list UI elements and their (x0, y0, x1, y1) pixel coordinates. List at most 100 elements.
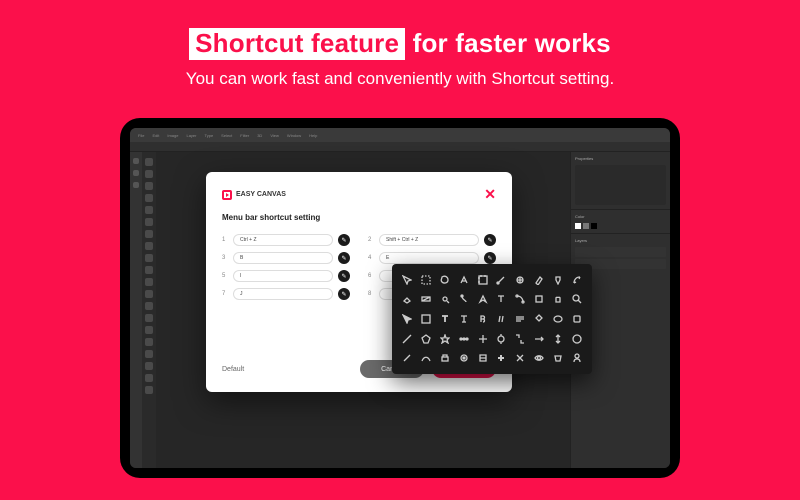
h-icon[interactable] (532, 350, 547, 366)
lasso-icon[interactable] (438, 272, 453, 288)
dodge-icon[interactable] (456, 292, 471, 308)
scale-icon[interactable] (513, 331, 528, 347)
menu-item[interactable]: File (138, 133, 144, 138)
menu-item[interactable]: Help (309, 133, 317, 138)
pencil-icon[interactable]: ✎ (338, 234, 350, 246)
close-button[interactable]: ✕ (484, 186, 496, 203)
shortcut-input[interactable]: J (233, 288, 333, 300)
ellipse-icon[interactable] (550, 311, 565, 327)
rail-icon[interactable] (133, 158, 139, 164)
layer-row[interactable] (575, 247, 666, 257)
align-icon[interactable] (513, 311, 528, 327)
line-icon[interactable] (400, 331, 415, 347)
tool-icon[interactable] (145, 374, 153, 382)
i-icon[interactable] (550, 350, 565, 366)
history-icon[interactable] (569, 272, 584, 288)
type-icon[interactable] (494, 292, 509, 308)
tool-icon[interactable] (145, 290, 153, 298)
custom-icon[interactable] (438, 331, 453, 347)
brush-icon[interactable] (532, 272, 547, 288)
pencil-icon[interactable]: ✎ (484, 252, 496, 264)
flip-icon[interactable] (532, 331, 547, 347)
marquee-icon[interactable] (419, 272, 434, 288)
shortcut-input[interactable]: Ctrl + Z (233, 234, 333, 246)
tool-icon[interactable] (145, 278, 153, 286)
rail-icon[interactable] (133, 170, 139, 176)
rail-icon[interactable] (133, 182, 139, 188)
tool-icon[interactable] (145, 230, 153, 238)
gradient-icon[interactable] (419, 292, 434, 308)
stamp-icon[interactable] (550, 272, 565, 288)
italic-icon[interactable] (494, 311, 509, 327)
select-icon[interactable] (419, 311, 434, 327)
pencil-icon[interactable]: ✎ (484, 234, 496, 246)
eyedropper-icon[interactable] (494, 272, 509, 288)
shape-icon[interactable] (532, 311, 547, 327)
pencil-icon[interactable]: ✎ (338, 288, 350, 300)
heal-icon[interactable] (513, 272, 528, 288)
j-icon[interactable] (569, 350, 584, 366)
c-icon[interactable] (438, 350, 453, 366)
default-link[interactable]: Default (222, 366, 244, 373)
move-icon[interactable] (400, 272, 415, 288)
crop-icon[interactable] (475, 272, 490, 288)
tool-icon[interactable] (145, 254, 153, 262)
color-swatch[interactable] (575, 223, 581, 229)
g-icon[interactable] (513, 350, 528, 366)
rect2-icon[interactable] (569, 311, 584, 327)
tool-icon[interactable] (145, 182, 153, 190)
pen-icon[interactable] (475, 292, 490, 308)
shortcut-input[interactable]: I (233, 270, 333, 282)
menu-item[interactable]: View (270, 133, 279, 138)
blur-icon[interactable] (438, 292, 453, 308)
shortcut-input[interactable]: E (379, 252, 479, 264)
polygon-icon[interactable] (419, 331, 434, 347)
menu-item[interactable]: Layer (186, 133, 196, 138)
menu-item[interactable]: Select (221, 133, 232, 138)
tool-icon[interactable] (145, 302, 153, 310)
tool-icon[interactable] (145, 206, 153, 214)
color-swatch[interactable] (583, 223, 589, 229)
tool-icon[interactable] (145, 326, 153, 334)
shortcut-input[interactable]: Shift + Ctrl + Z (379, 234, 479, 246)
move2-icon[interactable] (475, 331, 490, 347)
path-icon[interactable] (513, 292, 528, 308)
color-swatch[interactable] (591, 223, 597, 229)
tool-icon[interactable] (569, 331, 584, 347)
type2-icon[interactable] (456, 311, 471, 327)
tool-icon[interactable] (145, 170, 153, 178)
menu-item[interactable]: Edit (152, 133, 159, 138)
b-icon[interactable] (419, 350, 434, 366)
hand-icon[interactable] (550, 292, 565, 308)
panel-tab[interactable]: Properties (575, 156, 593, 161)
panel-tab[interactable]: Layers (575, 238, 587, 243)
panel-tab[interactable]: Color (575, 214, 585, 219)
menu-item[interactable]: Image (167, 133, 178, 138)
wand-icon[interactable] (456, 272, 471, 288)
shortcut-input[interactable]: B (233, 252, 333, 264)
tool-icon[interactable] (145, 314, 153, 322)
e-icon[interactable] (475, 350, 490, 366)
tool-icon[interactable] (145, 362, 153, 370)
tool-icon[interactable] (145, 158, 153, 166)
tool-icon[interactable] (145, 338, 153, 346)
tool-icon[interactable] (145, 350, 153, 358)
menu-item[interactable]: Window (287, 133, 301, 138)
tool-icon[interactable] (145, 266, 153, 274)
pencil-icon[interactable]: ✎ (338, 252, 350, 264)
f-icon[interactable] (494, 350, 509, 366)
menu-item[interactable]: 3D (257, 133, 262, 138)
menu-item[interactable]: Type (205, 133, 214, 138)
rotate-icon[interactable] (494, 331, 509, 347)
pencil-icon[interactable]: ✎ (338, 270, 350, 282)
rect-icon[interactable] (532, 292, 547, 308)
more-icon[interactable] (456, 331, 471, 347)
tool-icon[interactable] (145, 386, 153, 394)
d-icon[interactable] (456, 350, 471, 366)
mirror-icon[interactable] (550, 331, 565, 347)
tool-icon[interactable] (145, 218, 153, 226)
a-icon[interactable] (400, 350, 415, 366)
tool-icon[interactable] (145, 242, 153, 250)
zoom-icon[interactable] (569, 292, 584, 308)
menu-item[interactable]: Filter (240, 133, 249, 138)
